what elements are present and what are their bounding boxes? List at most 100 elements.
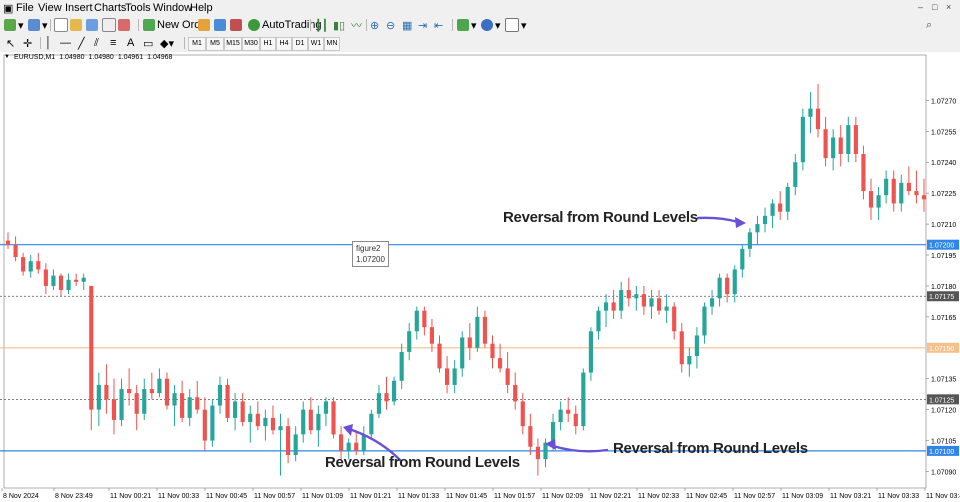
zoom-out-icon[interactable]: ⊖ xyxy=(386,18,395,32)
menu-file[interactable]: File xyxy=(16,2,34,14)
arrow-top xyxy=(698,218,738,222)
candle-body xyxy=(309,410,313,431)
search-icon[interactable]: ⌕ xyxy=(926,18,932,32)
candle-body xyxy=(771,203,775,215)
candle-body xyxy=(528,426,532,447)
menu-window[interactable]: Window xyxy=(153,2,192,14)
timeframe-d1[interactable]: D1 xyxy=(292,37,308,51)
indicators-icon[interactable]: ▾ xyxy=(457,18,477,32)
line-chart-icon[interactable]: 〰 xyxy=(351,18,362,32)
timeframe-m30[interactable]: M30 xyxy=(242,37,260,51)
open-value: 1.04980 xyxy=(59,54,84,61)
candle-body xyxy=(437,344,441,369)
candle-body xyxy=(218,385,222,406)
candle-body xyxy=(876,195,880,207)
menu-insert[interactable]: Insert xyxy=(65,2,93,14)
timeframe-h4[interactable]: H4 xyxy=(276,37,292,51)
candle-body xyxy=(377,393,381,414)
trendline-icon[interactable]: ╱ xyxy=(78,36,85,50)
x-axis-label: 11 Nov 02:09 xyxy=(542,493,583,500)
periods-icon[interactable]: ▾ xyxy=(481,18,501,32)
symbol-label: EURUSD,M1 xyxy=(14,54,55,61)
crosshair-icon[interactable]: ✛ xyxy=(23,36,32,50)
navigator-icon[interactable] xyxy=(86,18,98,32)
candle-body xyxy=(665,307,669,311)
tile-windows-icon[interactable]: ▦ xyxy=(402,18,412,32)
candle-body xyxy=(506,368,510,384)
candle-body xyxy=(702,307,706,336)
chart-window[interactable]: 1.072701.072551.072401.072251.072101.072… xyxy=(0,52,960,502)
horizontal-line-icon[interactable]: — xyxy=(60,36,71,50)
price-tag-label: 1.07200 xyxy=(929,243,954,250)
alerts-icon[interactable] xyxy=(214,18,226,32)
menu-tools[interactable]: Tools xyxy=(125,2,151,14)
candle-body xyxy=(589,331,593,372)
timeframe-m5[interactable]: M5 xyxy=(206,37,224,51)
market-watch-icon[interactable] xyxy=(54,18,68,32)
data-window-icon[interactable] xyxy=(70,18,82,32)
y-axis-label: 1.07165 xyxy=(931,315,956,322)
candle-body xyxy=(415,311,419,332)
candle-body xyxy=(210,406,214,441)
tester-icon[interactable] xyxy=(118,18,130,32)
price-tag-label: 1.07175 xyxy=(929,294,954,301)
text-label-icon[interactable]: ▭ xyxy=(143,36,153,50)
terminal-icon[interactable] xyxy=(102,18,116,32)
metaeditor-icon[interactable] xyxy=(198,18,210,32)
candle-body xyxy=(278,426,282,430)
templates-icon[interactable]: ▾ xyxy=(505,18,527,32)
candle-body xyxy=(513,385,517,401)
candle-body xyxy=(687,356,691,364)
profiles-icon[interactable]: ▾ xyxy=(28,18,48,32)
menu-charts[interactable]: Charts xyxy=(94,2,126,14)
timeframe-m1[interactable]: M1 xyxy=(188,37,206,51)
candle-body xyxy=(453,368,457,384)
timeframe-h1[interactable]: H1 xyxy=(260,37,276,51)
new-chart-icon[interactable]: ▾ xyxy=(4,18,24,32)
candle-body xyxy=(51,276,55,286)
menu-help[interactable]: Help xyxy=(190,2,213,14)
arrow-bottom-left-head xyxy=(343,424,353,436)
candlestick-icon[interactable]: ▮▯ xyxy=(333,18,345,32)
timeframe-mn[interactable]: MN xyxy=(324,37,340,51)
candle-body xyxy=(657,298,661,310)
zoom-in-icon[interactable]: ⊕ xyxy=(370,18,379,32)
chart-shift-icon[interactable]: ⇥ xyxy=(418,18,427,32)
timeframe-w1[interactable]: W1 xyxy=(308,37,324,51)
x-axis-label: 11 Nov 01:21 xyxy=(350,493,391,500)
signals-icon[interactable] xyxy=(230,18,242,32)
candle-body xyxy=(241,401,245,422)
app-icon[interactable]: ▣ xyxy=(3,2,13,15)
shapes-icon[interactable]: ◆▾ xyxy=(160,36,174,50)
candle-body xyxy=(354,443,358,451)
cursor-icon[interactable]: ↖ xyxy=(6,36,15,50)
x-axis-label: 8 Nov 23:49 xyxy=(55,493,93,500)
channel-icon[interactable]: ⫽ xyxy=(94,36,99,50)
vertical-line-icon[interactable]: │ xyxy=(45,36,52,50)
text-tool-icon[interactable]: A xyxy=(127,36,134,50)
candle-body xyxy=(596,311,600,332)
candle-body xyxy=(74,280,78,282)
price-tag-label: 1.07150 xyxy=(929,346,954,353)
candle-body xyxy=(672,307,676,332)
minimize-button[interactable]: – xyxy=(918,2,923,12)
price-chart[interactable]: 1.072701.072551.072401.072251.072101.072… xyxy=(0,52,960,502)
maximize-button[interactable]: □ xyxy=(932,2,937,12)
candle-body xyxy=(445,368,449,384)
candle-body xyxy=(430,327,434,343)
autoscroll-icon[interactable]: ⇤ xyxy=(434,18,443,32)
timeframe-m15[interactable]: M15 xyxy=(224,37,242,51)
fibonacci-icon[interactable]: ≡ xyxy=(110,36,116,50)
y-axis-label: 1.07195 xyxy=(931,253,956,260)
bar-chart-icon[interactable]: ┃┃ xyxy=(315,18,328,32)
plot-frame xyxy=(4,55,926,488)
candle-body xyxy=(490,344,494,358)
menu-view[interactable]: View xyxy=(38,2,62,14)
level-tooltip: figure2 1.07200 xyxy=(352,241,389,267)
close-button[interactable]: × xyxy=(946,2,951,12)
candle-body xyxy=(13,245,17,257)
candle-body xyxy=(362,434,366,450)
candle-body xyxy=(899,183,903,204)
candle-body xyxy=(89,286,93,410)
candle-body xyxy=(574,414,578,426)
